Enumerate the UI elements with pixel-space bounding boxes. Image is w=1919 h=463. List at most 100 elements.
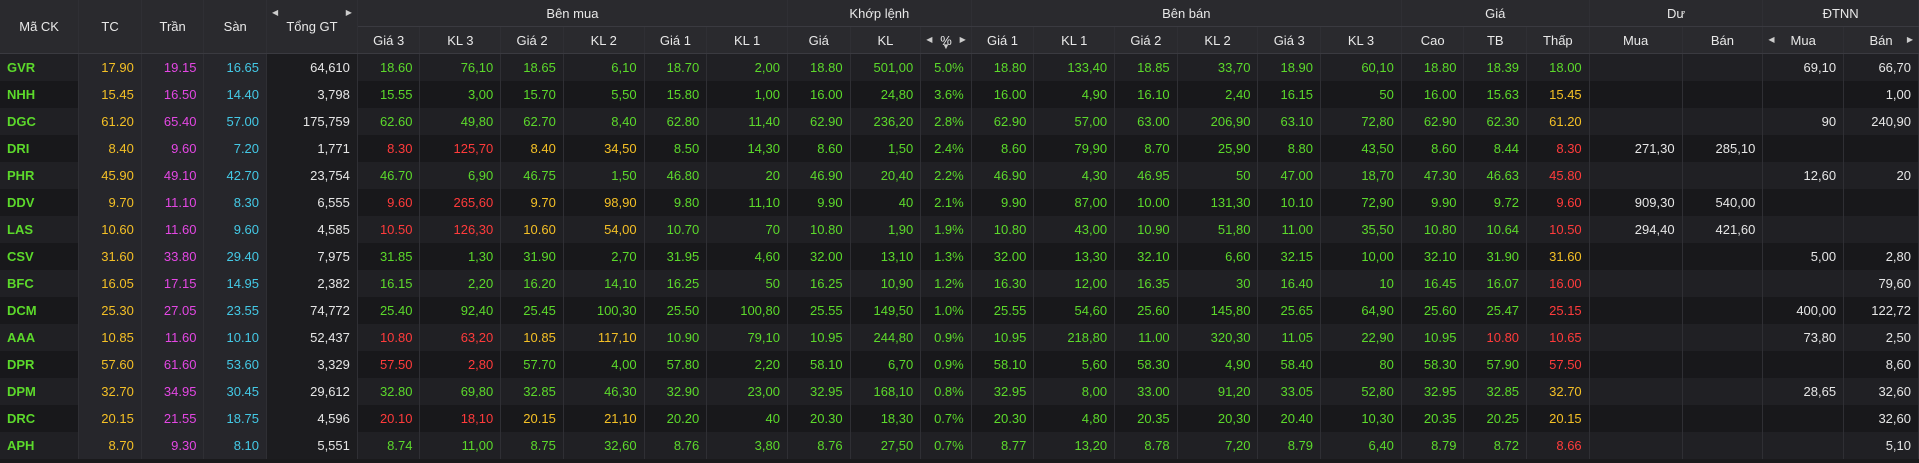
header-residual-buy[interactable]: Mua: [1589, 26, 1683, 54]
symbol-cell[interactable]: LAS: [0, 216, 80, 243]
header-buy-price2[interactable]: Giá 2: [500, 26, 564, 54]
chevron-right-icon[interactable]: ▶: [1907, 35, 1913, 44]
table-row[interactable]: DCM 25.30 27.05 23.55 74,772 25.40 92,40 25.45 1…: [0, 297, 1919, 324]
table-row[interactable]: AAA 10.85 11.60 10.10 52,437 10.80 63,20 10.85 1…: [0, 324, 1919, 351]
sell-vol1-cell: 57,00: [1033, 108, 1116, 135]
symbol-cell[interactable]: DPR: [0, 351, 80, 378]
table-row[interactable]: LAS 10.60 11.60 9.60 4,585 10.50 126,30 10.60 54…: [0, 216, 1919, 243]
buy-vol1-cell: 40: [706, 405, 788, 432]
table-row[interactable]: DDV 9.70 11.10 8.30 6,555 9.60 265,60 9.70 98,90…: [0, 189, 1919, 216]
sell-vol3-cell: 64,90: [1320, 297, 1402, 324]
symbol-cell[interactable]: APH: [0, 432, 80, 459]
header-total-value[interactable]: ◀ Tổng GT ▶: [266, 0, 358, 54]
symbol-cell[interactable]: GVR: [0, 53, 80, 81]
match-vol-cell: 40: [850, 189, 922, 216]
symbol-cell[interactable]: DRI: [0, 135, 80, 162]
chevron-right-icon[interactable]: ▶: [346, 8, 352, 17]
header-foreign-buy[interactable]: ◀ Mua: [1762, 26, 1845, 54]
chevron-left-icon[interactable]: ◀: [1768, 35, 1774, 44]
match-pct-cell: 2.4%: [920, 135, 972, 162]
sell-vol3-cell: 10,30: [1320, 405, 1402, 432]
table-row[interactable]: BFC 16.05 17.15 14.95 2,382 16.15 2,20 16.20 14,…: [0, 270, 1919, 297]
symbol-cell[interactable]: DDV: [0, 189, 80, 216]
header-foreign-sell[interactable]: Bán ▶: [1843, 26, 1919, 54]
header-sell-vol1[interactable]: KL 1: [1033, 26, 1116, 54]
total-value-cell: 23,754: [266, 162, 358, 189]
header-buy-price3[interactable]: Giá 3: [357, 26, 421, 54]
table-row[interactable]: CSV 31.60 33.80 29.40 7,975 31.85 1,30 31.90 2,7…: [0, 243, 1919, 270]
sell-vol2-cell: 91,20: [1177, 378, 1259, 405]
header-low[interactable]: Thấp: [1526, 26, 1590, 54]
header-buy-price1[interactable]: Giá 1: [644, 26, 708, 54]
header-sell-price1[interactable]: Giá 1: [971, 26, 1035, 54]
table-row[interactable]: GVR 17.90 19.15 16.65 64,610 18.60 76,10 18.65 6…: [0, 53, 1919, 81]
ref-cell: 8.70: [78, 432, 142, 459]
symbol-cell[interactable]: AAA: [0, 324, 80, 351]
chevron-right-icon[interactable]: ▶: [960, 35, 966, 44]
buy-price3-cell: 10.80: [357, 324, 421, 351]
header-avg[interactable]: TB: [1463, 26, 1528, 54]
total-value-cell: 2,382: [266, 270, 358, 297]
buy-vol2-cell: 46,30: [563, 378, 645, 405]
header-residual-sell[interactable]: Bán: [1682, 26, 1764, 54]
sell-vol2-cell: 6,60: [1177, 243, 1259, 270]
foreign-buy-cell: [1762, 351, 1845, 378]
header-sell-vol2[interactable]: KL 2: [1177, 26, 1259, 54]
table-row[interactable]: DPR 57.60 61.60 53.60 3,329 57.50 2,80 57.70 4,0…: [0, 351, 1919, 378]
foreign-buy-cell: 28,65: [1762, 378, 1845, 405]
symbol-cell[interactable]: BFC: [0, 270, 80, 297]
header-buy-vol1[interactable]: KL 1: [706, 26, 788, 54]
symbol-cell[interactable]: DGC: [0, 108, 80, 135]
header-buy-vol3[interactable]: KL 3: [419, 26, 502, 54]
sell-vol3-cell: 72,90: [1320, 189, 1402, 216]
header-sell-price2[interactable]: Giá 2: [1114, 26, 1178, 54]
table-row[interactable]: NHH 15.45 16.50 14.40 3,798 15.55 3,00 15.70 5,5…: [0, 81, 1919, 108]
symbol-cell[interactable]: NHH: [0, 81, 80, 108]
avg-cell: 16.07: [1463, 270, 1528, 297]
table-row[interactable]: DGC 61.20 65.40 57.00 175,759 62.60 49,80 62.70…: [0, 108, 1919, 135]
header-sell-vol3[interactable]: KL 3: [1320, 26, 1402, 54]
chevron-left-icon[interactable]: ◀: [926, 35, 932, 44]
sell-vol2-cell: 20,30: [1177, 405, 1259, 432]
symbol-cell[interactable]: DRC: [0, 405, 80, 432]
header-match-vol[interactable]: KL: [850, 26, 922, 54]
sell-vol2-cell: 4,90: [1177, 351, 1259, 378]
table-row[interactable]: APH 8.70 9.30 8.10 5,551 8.74 11,00 8.75 32,60 8.…: [0, 432, 1919, 459]
ref-cell: 20.15: [78, 405, 142, 432]
sell-vol1-cell: 54,60: [1033, 297, 1116, 324]
low-cell: 8.30: [1526, 135, 1590, 162]
symbol-cell[interactable]: DCM: [0, 297, 80, 324]
header-ref[interactable]: TC: [78, 0, 142, 54]
buy-vol1-cell: 50: [706, 270, 788, 297]
buy-price2-cell: 8.75: [500, 432, 564, 459]
buy-price1-cell: 20.20: [644, 405, 708, 432]
table-row[interactable]: PHR 45.90 49.10 42.70 23,754 46.70 6,90 46.75 1,…: [0, 162, 1919, 189]
header-ceil[interactable]: Trần: [141, 0, 205, 54]
buy-vol1-cell: 70: [706, 216, 788, 243]
symbol-cell[interactable]: CSV: [0, 243, 80, 270]
chevron-left-icon[interactable]: ◀: [272, 8, 278, 17]
header-sell-price3[interactable]: Giá 3: [1257, 26, 1322, 54]
ref-cell: 61.20: [78, 108, 142, 135]
residual-buy-cell: 271,30: [1589, 135, 1683, 162]
low-cell: 16.00: [1526, 270, 1590, 297]
high-cell: 32.10: [1401, 243, 1465, 270]
symbol-cell[interactable]: PHR: [0, 162, 80, 189]
ceil-cell: 65.40: [141, 108, 205, 135]
avg-cell: 8.44: [1463, 135, 1528, 162]
header-buy-vol2[interactable]: KL 2: [563, 26, 645, 54]
header-floor[interactable]: Sàn: [203, 0, 268, 54]
symbol-cell[interactable]: DPM: [0, 378, 80, 405]
header-match-price[interactable]: Giá: [787, 26, 851, 54]
match-pct-cell: 0.8%: [920, 378, 972, 405]
header-symbol[interactable]: Mã CK: [0, 0, 80, 54]
header-match-pct[interactable]: ◀ % ▶ ▼: [920, 26, 972, 54]
buy-vol2-cell: 6,10: [563, 53, 645, 81]
header-high[interactable]: Cao: [1401, 26, 1465, 54]
ceil-cell: 21.55: [141, 405, 205, 432]
residual-buy-cell: [1589, 108, 1683, 135]
table-row[interactable]: DRC 20.15 21.55 18.75 4,596 20.10 18,10 20.15 21…: [0, 405, 1919, 432]
table-row[interactable]: DRI 8.40 9.60 7.20 1,771 8.30 125,70 8.40 34,50 8…: [0, 135, 1919, 162]
table-row[interactable]: DPM 32.70 34.95 30.45 29,612 32.80 69,80 32.85 4…: [0, 378, 1919, 405]
sell-price3-cell: 11.00: [1257, 216, 1322, 243]
